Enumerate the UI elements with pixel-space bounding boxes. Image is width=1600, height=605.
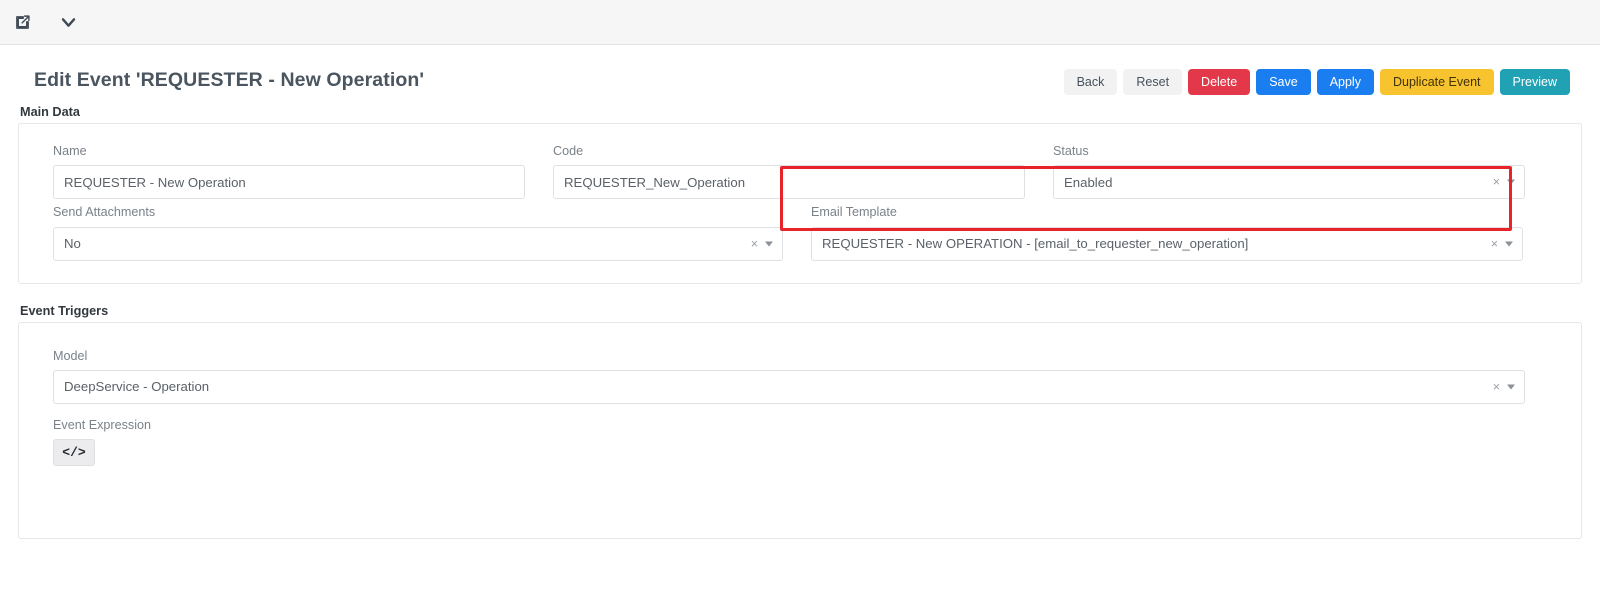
name-field-group: Name xyxy=(53,144,525,200)
code-editor-icon[interactable]: </> xyxy=(53,438,95,466)
name-input[interactable] xyxy=(53,165,525,200)
name-label: Name xyxy=(53,144,87,159)
chevron-down-icon[interactable] xyxy=(52,7,84,37)
status-caret-icon[interactable] xyxy=(1507,179,1515,185)
send-attachments-clear-icon[interactable]: × xyxy=(751,237,758,250)
back-button[interactable]: Back xyxy=(1063,69,1118,96)
apply-button[interactable]: Apply xyxy=(1316,69,1374,96)
delete-button[interactable]: Delete xyxy=(1188,69,1251,96)
page-content: Edit Event 'REQUESTER - New Operation' B… xyxy=(0,45,1600,539)
page-header: Edit Event 'REQUESTER - New Operation' B… xyxy=(16,45,1584,96)
status-value: Enabled xyxy=(1064,174,1113,190)
email-template-select[interactable]: REQUESTER - New OPERATION - [email_to_re… xyxy=(811,226,1523,261)
send-attachments-field-group: Send Attachments No × xyxy=(53,205,783,261)
email-template-field-group: Email Template REQUESTER - New OPERATION… xyxy=(811,205,1523,261)
model-clear-icon[interactable]: × xyxy=(1493,380,1500,393)
save-button[interactable]: Save xyxy=(1256,69,1311,96)
email-template-value: REQUESTER - New OPERATION - [email_to_re… xyxy=(822,236,1249,252)
action-button-row: Back Reset Delete Save Apply Duplicate E… xyxy=(1063,69,1570,96)
code-label: Code xyxy=(553,144,584,159)
model-label: Model xyxy=(53,348,88,363)
reset-button[interactable]: Reset xyxy=(1123,69,1183,96)
send-attachments-caret-icon[interactable] xyxy=(765,241,773,247)
edit-square-icon[interactable] xyxy=(6,7,38,37)
send-attachments-select[interactable]: No × xyxy=(53,226,783,261)
event-triggers-section: Event Triggers Model DeepService - Opera… xyxy=(16,304,1584,539)
status-field-group: Status Enabled × xyxy=(1053,144,1525,200)
preview-button[interactable]: Preview xyxy=(1499,69,1570,96)
model-caret-icon[interactable] xyxy=(1507,384,1515,390)
main-data-card: Name Code Status Enabled × xyxy=(18,123,1582,284)
email-template-label: Email Template xyxy=(811,205,897,220)
model-field-group: Model DeepService - Operation × xyxy=(53,349,1525,404)
status-label: Status xyxy=(1053,144,1089,159)
duplicate-event-button[interactable]: Duplicate Event xyxy=(1379,69,1494,96)
main-data-row-1: Name Code Status Enabled × xyxy=(53,144,1547,200)
model-select[interactable]: DeepService - Operation × xyxy=(53,369,1525,404)
event-expression-field-group: Event Expression </> xyxy=(53,418,1547,466)
model-value: DeepService - Operation xyxy=(64,379,210,395)
event-expression-label: Event Expression xyxy=(53,417,152,432)
main-data-section: Main Data Name Code Status Enab xyxy=(16,105,1584,284)
top-toolbar xyxy=(0,0,1600,45)
code-input[interactable] xyxy=(553,165,1025,200)
page-title: Edit Event 'REQUESTER - New Operation' xyxy=(34,68,425,91)
status-select[interactable]: Enabled × xyxy=(1053,165,1525,200)
main-data-row-2: Send Attachments No × Email Template REQ… xyxy=(53,205,1547,261)
send-attachments-value: No xyxy=(64,236,81,252)
send-attachments-label: Send Attachments xyxy=(53,205,156,220)
status-clear-icon[interactable]: × xyxy=(1493,176,1500,189)
email-template-caret-icon[interactable] xyxy=(1505,241,1513,247)
main-data-section-label: Main Data xyxy=(20,105,80,120)
email-template-clear-icon[interactable]: × xyxy=(1491,237,1498,250)
event-triggers-section-label: Event Triggers xyxy=(20,303,109,318)
event-triggers-card: Model DeepService - Operation × Event Ex… xyxy=(18,321,1582,539)
code-field-group: Code xyxy=(553,144,1025,200)
